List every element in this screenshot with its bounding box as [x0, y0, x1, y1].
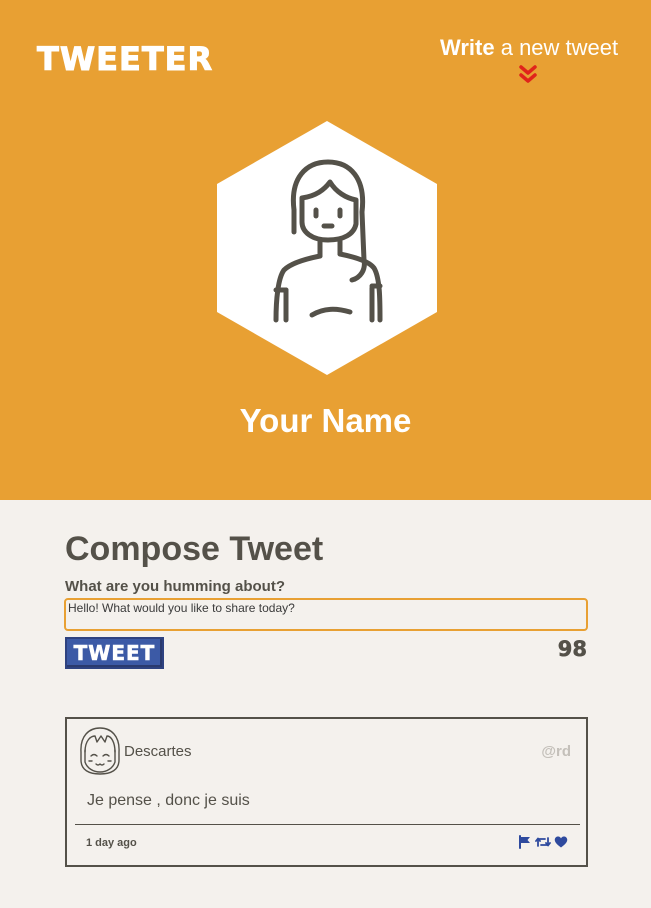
compose-title: Compose Tweet: [65, 530, 324, 568]
tweet-text: Je pense , donc je suis: [87, 792, 250, 809]
tweet-button[interactable]: TWEET: [65, 637, 164, 669]
retweet-icon[interactable]: [535, 835, 551, 849]
tweet-timestamp: 1 day ago: [86, 837, 137, 849]
write-link-rest: a new tweet: [494, 35, 619, 60]
tweet-handle[interactable]: @rd: [541, 743, 571, 760]
heart-icon[interactable]: [554, 835, 568, 849]
tweet-actions: [518, 834, 568, 850]
write-new-tweet-link[interactable]: Write a new tweet: [440, 35, 630, 61]
tweet-author[interactable]: Descartes: [124, 743, 192, 760]
author-avatar: [80, 727, 120, 775]
profile-avatar: [216, 120, 438, 376]
double-chevron-down-icon[interactable]: [518, 64, 538, 86]
write-link-bold: Write: [440, 35, 495, 60]
char-counter: 98: [557, 637, 588, 662]
tweet-divider: [75, 824, 580, 825]
avatar-hexagon: [217, 121, 437, 375]
profile-header: TWEETER Write a new tweet Your Name: [0, 0, 651, 500]
profile-name: Your Name: [239, 402, 412, 439]
tweet-card: Descartes @rd Je pense , donc je suis 1 …: [65, 717, 588, 867]
tweet-input[interactable]: [64, 598, 588, 631]
app-logo[interactable]: TWEETER: [36, 40, 213, 79]
compose-label: What are you humming about?: [65, 578, 285, 595]
flag-icon[interactable]: [518, 835, 532, 849]
